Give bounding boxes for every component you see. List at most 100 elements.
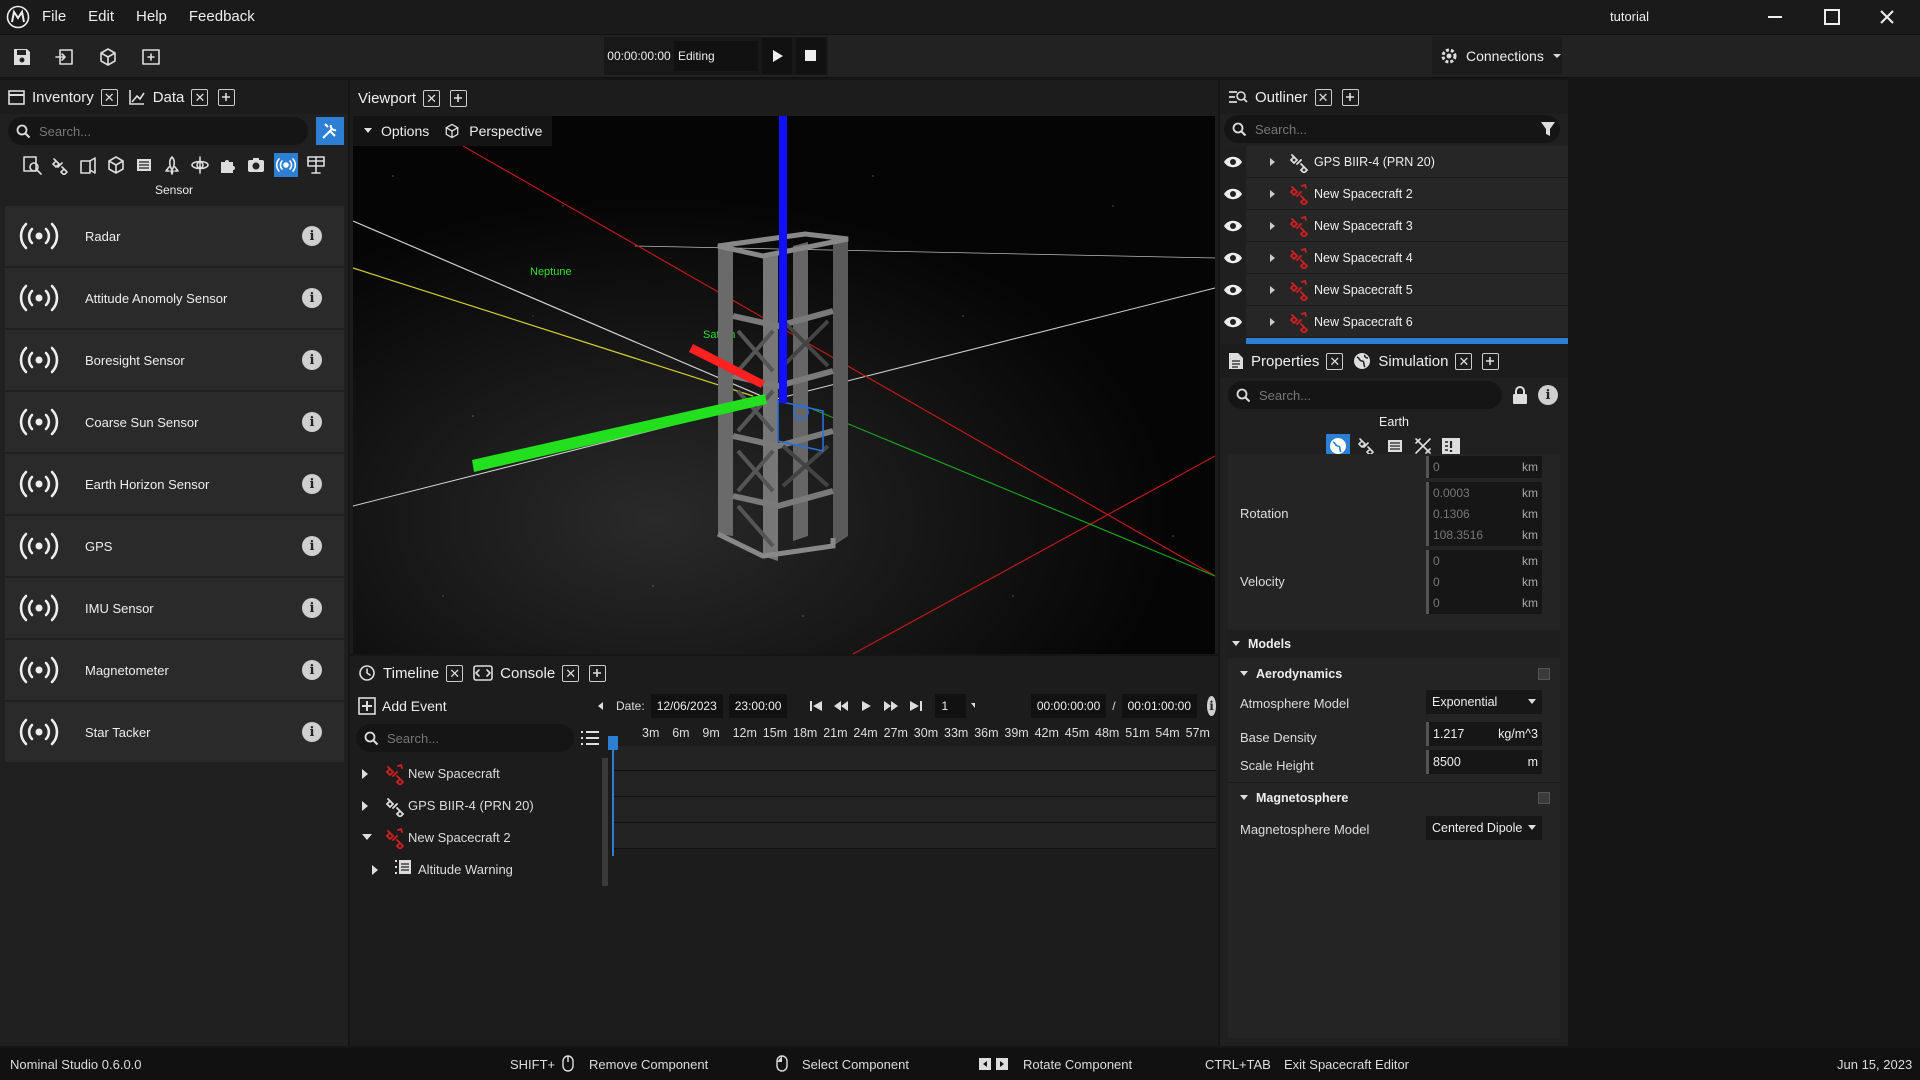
add-tab-icon[interactable] — [450, 89, 468, 107]
tab-outliner[interactable]: Outliner ✕ — [1228, 88, 1332, 106]
options-dropdown[interactable]: Options — [363, 123, 429, 139]
expand-arrow-icon[interactable] — [1270, 318, 1276, 326]
velocity-x-field[interactable]: 0 km — [1426, 550, 1542, 572]
menu-edit[interactable]: Edit — [88, 8, 114, 25]
timeline-row[interactable]: GPS BIIR-4 (PRN 20) — [354, 790, 602, 822]
outliner-item[interactable]: New Spacecraft 3 — [1220, 210, 1568, 242]
info-icon[interactable]: i — [1207, 696, 1217, 716]
sensor-item[interactable]: GPS i — [5, 516, 344, 576]
rotation-x-field[interactable]: 0.0003 km — [1426, 482, 1542, 504]
scale-height-field[interactable]: 8500 m — [1426, 750, 1542, 774]
3d-viewport[interactable]: Neptune Saturn — [353, 116, 1215, 654]
lock-icon[interactable] — [1512, 386, 1528, 404]
outliner-item[interactable]: New Spacecraft 4 — [1220, 242, 1568, 274]
ground-station-icon[interactable] — [306, 155, 326, 175]
playhead[interactable] — [612, 744, 614, 856]
minimize-icon[interactable] — [1766, 8, 1784, 26]
info-icon[interactable]: i — [302, 350, 322, 370]
expand-arrow-icon[interactable] — [1270, 286, 1276, 294]
expand-arrow-icon[interactable] — [372, 864, 379, 875]
expand-arrow-icon[interactable] — [1270, 190, 1276, 198]
rewind-icon[interactable] — [833, 700, 849, 712]
close-tab-icon[interactable]: ✕ — [100, 88, 118, 106]
timeline-ruler[interactable]: 3m 6m 9m 12m 15m 18m 21m 24m 27m 30m 33m 36m 39m 42m 4… — [612, 722, 1216, 746]
sensor-item[interactable]: Coarse Sun Sensor i — [5, 392, 344, 452]
close-window-icon[interactable] — [1878, 8, 1896, 26]
outliner-item[interactable]: New Spacecraft 2 — [1220, 178, 1568, 210]
info-icon[interactable]: i — [302, 474, 322, 494]
expand-arrow-icon[interactable] — [1270, 222, 1276, 230]
orbit-icon[interactable] — [190, 155, 210, 175]
date-field[interactable]: 12/06/2023 — [650, 694, 723, 718]
tab-console[interactable]: Console ✕ — [473, 664, 580, 682]
info-icon[interactable]: i — [1538, 385, 1558, 405]
base-density-field[interactable]: 1.217 kg/m^3 — [1426, 722, 1542, 746]
sensor-item[interactable]: Star Tacker i — [5, 702, 344, 762]
perspective-dropdown[interactable]: Perspective — [443, 122, 542, 140]
export-icon[interactable] — [47, 39, 83, 75]
outliner-item[interactable]: New Spacecraft 5 — [1220, 274, 1568, 306]
info-icon[interactable]: i — [302, 598, 322, 618]
skip-start-icon[interactable] — [809, 700, 823, 712]
maximize-icon[interactable] — [1823, 8, 1841, 26]
add-tab-icon[interactable] — [1341, 88, 1359, 106]
play-timeline-icon[interactable] — [859, 700, 873, 712]
add-tab-icon[interactable] — [218, 88, 236, 106]
add-event-button[interactable]: Add Event — [358, 697, 447, 715]
aerodynamics-checkbox[interactable] — [1538, 668, 1550, 680]
sensor-item[interactable]: Magnetometer i — [5, 640, 344, 700]
outliner-item[interactable]: GPS BIIR-4 (PRN 20) — [1220, 146, 1568, 178]
sensor-item[interactable]: Radar i — [5, 206, 344, 266]
satellite-icon[interactable] — [50, 155, 70, 175]
cube-icon[interactable] — [106, 155, 126, 175]
tab-properties[interactable]: Properties ✕ — [1228, 352, 1344, 370]
eye-icon[interactable] — [1220, 242, 1246, 274]
close-tab-icon[interactable]: ✕ — [562, 664, 580, 682]
tab-viewport[interactable]: Viewport ✕ — [358, 89, 441, 107]
plugin-icon[interactable] — [218, 155, 238, 175]
tools-button[interactable] — [316, 117, 344, 145]
properties-search-input[interactable]: Search... — [1228, 381, 1502, 409]
menu-feedback[interactable]: Feedback — [189, 8, 255, 25]
info-icon[interactable]: i — [302, 288, 322, 308]
rotation-y-field[interactable]: 0.1306 km — [1426, 503, 1542, 525]
info-icon[interactable]: i — [302, 536, 322, 556]
timeline-row[interactable]: New Spacecraft 2 — [354, 822, 602, 854]
sensor-item[interactable]: Attitude Anomoly Sensor i — [5, 268, 344, 328]
expand-arrow-icon[interactable] — [362, 800, 369, 811]
close-tab-icon[interactable]: ✕ — [423, 89, 441, 107]
eye-icon[interactable] — [1220, 210, 1246, 242]
search-inventory-icon[interactable] — [22, 155, 42, 175]
close-tab-icon[interactable]: ✕ — [1455, 352, 1473, 370]
thruster-icon[interactable] — [78, 155, 98, 175]
menu-help[interactable]: Help — [136, 8, 167, 25]
atmosphere-model-select[interactable]: Exponential — [1426, 690, 1542, 714]
camera-icon[interactable] — [246, 155, 266, 175]
add-model-icon[interactable] — [90, 39, 126, 75]
close-tab-icon[interactable]: ✕ — [1326, 352, 1344, 370]
magnetosphere-header[interactable]: Magnetosphere — [1228, 784, 1560, 812]
eye-icon[interactable] — [1220, 178, 1246, 210]
tab-inventory[interactable]: Inventory ✕ — [8, 88, 118, 106]
skip-end-icon[interactable] — [909, 700, 923, 712]
close-tab-icon[interactable]: ✕ — [191, 88, 209, 106]
current-time-field[interactable]: 00:00:00:00 — [1030, 694, 1107, 718]
connections-button[interactable]: Connections — [1432, 37, 1562, 75]
filter-icon[interactable] — [1540, 121, 1556, 137]
velocity-z-field[interactable]: 0 km — [1426, 592, 1542, 614]
time-field[interactable]: 23:00:00 — [728, 694, 788, 718]
eye-icon[interactable] — [1220, 306, 1246, 338]
info-icon[interactable]: i — [302, 412, 322, 432]
timeline-row[interactable]: Altitude Warning — [354, 854, 602, 886]
eye-icon[interactable] — [1220, 146, 1246, 178]
info-icon[interactable]: i — [302, 722, 322, 742]
info-icon[interactable]: i — [302, 226, 322, 246]
timeline-search-input[interactable]: Search... — [356, 724, 574, 752]
fast-forward-icon[interactable] — [883, 700, 899, 712]
y-axis-gizmo[interactable] — [779, 116, 787, 403]
close-tab-icon[interactable]: ✕ — [446, 664, 464, 682]
list-icon[interactable] — [580, 730, 600, 746]
outliner-item[interactable]: New Spacecraft 6 — [1220, 306, 1568, 338]
close-tab-icon[interactable]: ✕ — [1314, 88, 1332, 106]
info-icon[interactable]: i — [302, 660, 322, 680]
